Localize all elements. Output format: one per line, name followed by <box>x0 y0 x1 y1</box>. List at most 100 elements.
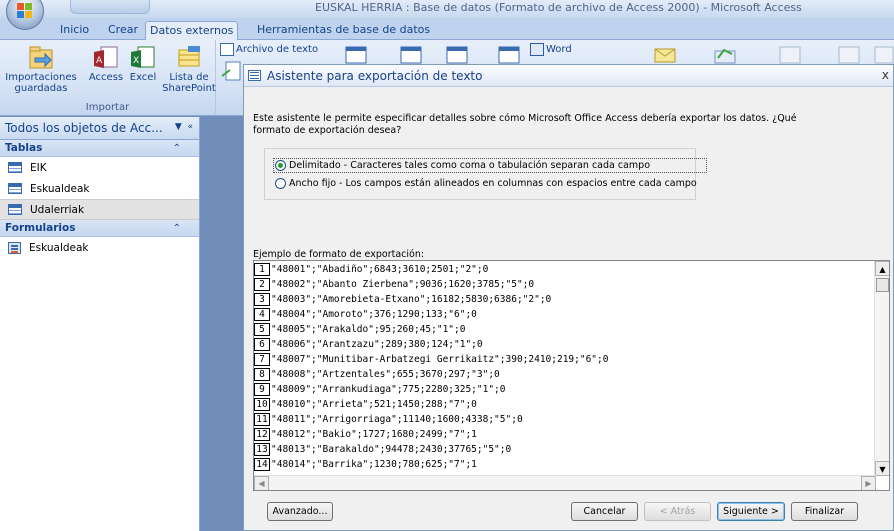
option-fixed-width[interactable]: Ancho fijo - Los campos están alineados … <box>275 178 697 189</box>
dialog-title: Asistente para exportación de texto <box>267 68 483 83</box>
export-sharepoint-icon[interactable] <box>398 44 424 66</box>
sample-label: Ejemplo de formato de exportación: <box>253 249 425 260</box>
sample-row: 6 "48006";"Arantzazu";289;380;124;"1";0 <box>254 337 874 351</box>
sample-row-number: 14 <box>254 457 270 471</box>
sample-row-number: 11 <box>254 412 270 426</box>
scroll-left-icon[interactable]: ◀ <box>254 476 269 490</box>
sample-row: 11 "48011";"Arrigorriaga";11140;1600;4338… <box>254 412 874 426</box>
nav-section-formularios[interactable]: Formularios ⌃ <box>0 220 199 237</box>
word-icon <box>530 43 544 56</box>
sample-row-text: "48013";"Barakaldo";94478;2430;37765;"5"… <box>271 443 512 455</box>
finish-button[interactable]: Finalizar <box>791 502 858 521</box>
saved-imports-button[interactable]: Importaciones guardadas <box>2 44 80 94</box>
sample-row-text: "48002";"Abanto Zierbena";9036;1620;3785… <box>271 278 535 290</box>
radio-fixed-width[interactable] <box>275 178 286 189</box>
import-access-button[interactable]: A Access <box>88 44 124 83</box>
export-more-icon[interactable] <box>496 44 522 66</box>
nav-section-tablas[interactable]: Tablas ⌃ <box>0 140 199 157</box>
sample-row: 8 "48008";"Artzentales";655;3670;297;"3";… <box>254 367 874 381</box>
sample-row-text: "48001";"Abadiño";6843;3610;2501;"2";0 <box>271 263 489 275</box>
tab-datos-externos[interactable]: Datos externos <box>145 21 239 40</box>
nav-header-title: Todos los objetos de Acc... <box>5 121 163 135</box>
back-button[interactable]: < Atrás <box>644 502 711 521</box>
export-excel-icon[interactable] <box>343 44 369 66</box>
nav-item-udalerriak[interactable]: Udalerriak <box>0 199 199 220</box>
nav-item-form-eskualdeak[interactable]: Eskualdeak <box>0 237 199 258</box>
sample-row: 5 "48005";"Arakaldo";95;260;45;"1";0 <box>254 322 874 336</box>
sample-row-text: "48008";"Artzentales";655;3670;297;"3";0 <box>271 368 500 380</box>
title-bar: EUSKAL HERRIA : Base de datos (Formato d… <box>0 0 894 18</box>
import-excel-button[interactable]: X Excel <box>125 44 161 83</box>
table-icon <box>8 183 22 194</box>
vertical-scrollbar[interactable]: ▲ ▼ <box>874 261 889 476</box>
table-icon <box>8 204 22 215</box>
sharepoint-work-offline-icon[interactable] <box>777 44 803 66</box>
export-text-file-button[interactable]: Archivo de texto <box>220 43 318 56</box>
import-group: Importaciones guardadas A Access X Excel <box>0 40 216 114</box>
sharepoint-list-icon <box>178 46 200 67</box>
saved-imports-icon <box>29 46 53 69</box>
nav-item-eskualdeak[interactable]: Eskualdeak <box>0 178 199 199</box>
tab-crear[interactable]: Crear <box>104 21 142 40</box>
sample-row-text: "48006";"Arantzazu";289;380;124;"1";0 <box>271 338 483 350</box>
manage-replies-icon[interactable] <box>712 44 738 66</box>
create-email-icon[interactable] <box>652 44 678 66</box>
nav-item-eik[interactable]: EIK <box>0 157 199 178</box>
sample-row: 1 "48001";"Abadiño";6843;3610;2501;"2";0 <box>254 262 874 276</box>
sample-row-number: 12 <box>254 427 270 441</box>
horizontal-scrollbar[interactable]: ◀ ▶ <box>254 475 876 490</box>
sample-row-text: "48005";"Arakaldo";95;260;45;"1";0 <box>271 323 466 335</box>
sample-row: 2 "48002";"Abanto Zierbena";9036;1620;378… <box>254 277 874 291</box>
table-icon <box>8 162 22 173</box>
wizard-intro-text: Este asistente le permite especificar de… <box>253 113 797 136</box>
radio-delimited[interactable] <box>275 160 286 171</box>
sharepoint-sync-icon[interactable] <box>836 44 862 66</box>
sample-row-number: 6 <box>254 337 270 351</box>
sample-row-number: 7 <box>254 352 270 366</box>
dialog-title-bar[interactable]: Asistente para exportación de texto x <box>244 65 893 87</box>
sample-row-text: "48007";"Munitibar-Arbatzegi Gerrikaitz"… <box>271 353 609 365</box>
text-wizard-icon <box>248 70 261 81</box>
sharepoint-discard-icon[interactable] <box>872 44 894 66</box>
sample-row-number: 10 <box>254 397 270 411</box>
export-access-icon[interactable] <box>444 44 470 66</box>
option-delimited[interactable]: Delimitado - Caracteres tales como coma … <box>273 158 708 173</box>
sample-row: 4 "48004";"Amoroto";376;1290;133;"6";0 <box>254 307 874 321</box>
sample-row-number: 1 <box>254 262 270 276</box>
nav-header-controls[interactable]: ▼ « <box>175 122 193 132</box>
tab-inicio[interactable]: Inicio <box>56 21 93 40</box>
scroll-right-icon[interactable]: ▶ <box>861 476 876 490</box>
export-word-button[interactable]: Word <box>530 43 572 56</box>
export-text-wizard-dialog: Asistente para exportación de texto x Es… <box>243 64 894 531</box>
window-title: EUSKAL HERRIA : Base de datos (Formato d… <box>315 1 802 14</box>
scroll-up-icon[interactable]: ▲ <box>875 261 889 276</box>
collapse-chevron-icon: ⌃ <box>172 142 181 154</box>
sample-row: 13 "48013";"Barakaldo";94478;2430;37765;"… <box>254 442 874 456</box>
sample-row-text: "48009";"Arrankudiaga";775;2280;325;"1";… <box>271 383 506 395</box>
sample-row: 7 "48007";"Munitibar-Arbatzegi Gerrikaitz… <box>254 352 874 366</box>
import-group-label: Importar <box>85 102 130 113</box>
sample-row-text: "48003";"Amorebieta-Etxano";16182;5830;6… <box>271 293 552 305</box>
excel-icon: X <box>131 46 155 68</box>
sample-row-text: "48012";"Bakio";1727;1680;2499;"7";1 <box>271 428 477 440</box>
scroll-down-icon[interactable]: ▼ <box>875 461 889 476</box>
scroll-thumb[interactable] <box>876 278 889 292</box>
tab-herramientas[interactable]: Herramientas de base de datos <box>253 21 434 40</box>
sample-row-number: 2 <box>254 277 270 291</box>
export-sample-preview[interactable]: 1 "48001";"Abadiño";6843;3610;2501;"2";0 2… <box>253 260 890 491</box>
form-icon <box>8 241 21 254</box>
cancel-button[interactable]: Cancelar <box>571 502 638 521</box>
close-icon[interactable]: x <box>882 68 889 82</box>
sample-row-text: "48011";"Arrigorriaga";11140;1600;4338;"… <box>271 413 523 425</box>
import-sharepoint-button[interactable]: Lista de SharePoint <box>162 44 216 94</box>
sample-row: 3 "48003";"Amorebieta-Etxano";16182;5830;… <box>254 292 874 306</box>
next-button[interactable]: Siguiente > <box>717 502 785 521</box>
sample-row-number: 5 <box>254 322 270 336</box>
sample-row: 9 "48009";"Arrankudiaga";775;2280;325;"1"… <box>254 382 874 396</box>
advanced-button[interactable]: Avanzado... <box>267 502 333 521</box>
sample-row: 10 "48010";"Arrieta";521;1450;288;"7";0 <box>254 397 874 411</box>
quick-access-toolbar[interactable] <box>70 0 150 14</box>
nav-header[interactable]: Todos los objetos de Acc... ▼ « <box>0 117 199 140</box>
svg-text:A: A <box>96 56 103 66</box>
access-icon: A <box>94 46 118 68</box>
